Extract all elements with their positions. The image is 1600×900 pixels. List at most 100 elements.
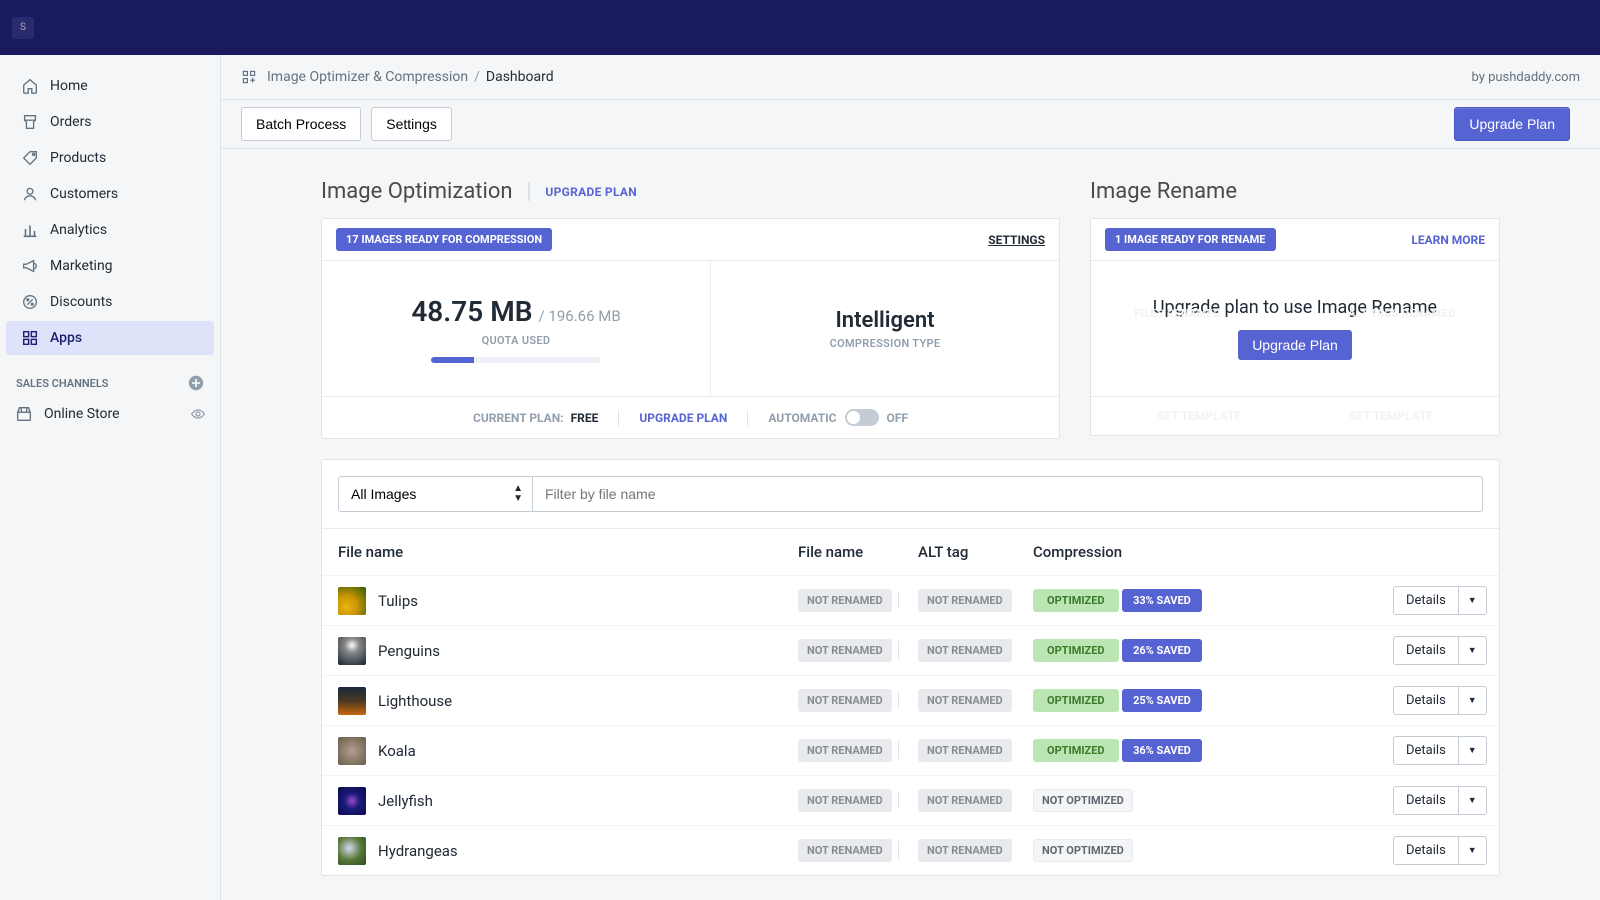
file-thumbnail [338, 837, 366, 865]
filter-select[interactable]: All Images [338, 476, 533, 512]
alt-rename-badge: NOT RENAMED [918, 739, 1012, 762]
byline: by pushdaddy.com [1471, 70, 1580, 85]
quota-progress [431, 357, 601, 363]
learn-more-link[interactable]: LEARN MORE [1411, 233, 1485, 247]
upgrade-plan-button[interactable]: Upgrade Plan [1454, 107, 1570, 141]
store-icon [14, 404, 34, 424]
file-thumbnail [338, 587, 366, 615]
customers-icon [20, 184, 40, 204]
quota-total-value: / 196.66 MB [539, 307, 621, 325]
brand-logo: S [12, 17, 34, 39]
file-name: Hydrangeas [378, 842, 458, 860]
details-button[interactable]: Details▼ [1393, 586, 1487, 615]
details-button[interactable]: Details▼ [1393, 736, 1487, 765]
table-row: Jellyfish NOT RENAMED NOT RENAMED NOT OPTIM… [322, 775, 1499, 825]
sales-channels-header: SALES CHANNELS [0, 357, 220, 397]
add-channel-icon[interactable] [188, 375, 204, 391]
details-button[interactable]: Details▼ [1393, 836, 1487, 865]
current-plan-label: CURRENT PLAN: FREE [473, 411, 598, 425]
sidebar-item-marketing[interactable]: Marketing [6, 249, 214, 283]
sidebar-item-customers[interactable]: Customers [6, 177, 214, 211]
sidebar-item-discounts[interactable]: Discounts [6, 285, 214, 319]
sidebar-item-home[interactable]: Home [6, 69, 214, 103]
details-button[interactable]: Details▼ [1393, 786, 1487, 815]
batch-process-button[interactable]: Batch Process [241, 107, 361, 141]
sidebar-item-analytics[interactable]: Analytics [6, 213, 214, 247]
footer-upgrade-link[interactable]: UPGRADE PLAN [639, 411, 727, 425]
sidebar-channel-online-store[interactable]: Online Store [0, 397, 220, 431]
sidebar-item-apps[interactable]: Apps [6, 321, 214, 355]
not-optimized-badge: NOT OPTIMIZED [1033, 789, 1133, 812]
saved-badge: 26% SAVED [1122, 639, 1202, 662]
saved-badge: 33% SAVED [1122, 589, 1202, 612]
not-optimized-badge: NOT OPTIMIZED [1033, 839, 1133, 862]
details-button[interactable]: Details▼ [1393, 636, 1487, 665]
table-row: Lighthouse NOT RENAMED NOT RENAMED OPTIMIZE… [322, 675, 1499, 725]
breadcrumb-app[interactable]: Image Optimizer & Compression [267, 69, 468, 85]
alt-rename-badge: NOT RENAMED [918, 639, 1012, 662]
upgrade-plan-link[interactable]: UPGRADE PLAN [545, 185, 637, 199]
rename-title: Image Rename [1090, 179, 1500, 204]
automatic-toggle[interactable] [845, 409, 879, 426]
rename-card: 1 IMAGE READY FOR RENAME LEARN MORE FILE… [1090, 218, 1500, 436]
alt-rename-badge: NOT RENAMED [918, 839, 1012, 862]
chevron-down-icon[interactable]: ▼ [1458, 637, 1486, 664]
file-name: Penguins [378, 642, 440, 660]
products-icon [20, 148, 40, 168]
optimized-badge: OPTIMIZED [1033, 589, 1119, 612]
optimized-badge: OPTIMIZED [1033, 739, 1119, 762]
chevron-down-icon[interactable]: ▼ [1458, 737, 1486, 764]
file-thumbnail [338, 737, 366, 765]
quota-used-value: 48.75 MB [411, 295, 532, 328]
chevron-down-icon[interactable]: ▼ [1458, 837, 1486, 864]
main-content: Image Optimizer & Compression / Dashboar… [220, 55, 1600, 900]
table-row: PenguinsNOT RENAMEDNOT RENAMEDOPTIMIZED … [322, 625, 1499, 675]
optimized-badge: OPTIMIZED [1033, 689, 1119, 712]
action-bar: Batch Process Settings Upgrade Plan [221, 100, 1600, 149]
alt-rename-badge: NOT RENAMED [918, 689, 1012, 712]
sidebar: HomeOrdersProductsCustomersAnalyticsMark… [0, 55, 220, 900]
file-name: Lighthouse [378, 692, 452, 710]
chevron-down-icon[interactable]: ▼ [1458, 787, 1486, 814]
file-thumbnail [338, 787, 366, 815]
file-thumbnail [338, 637, 366, 665]
optimization-title: Image Optimization | UPGRADE PLAN [321, 179, 1060, 204]
file-rename-badge: NOT RENAMED [798, 789, 892, 812]
sidebar-item-products[interactable]: Products [6, 141, 214, 175]
table-row: HydrangeasNOT RENAMEDNOT RENAMEDNOT OPTI… [322, 825, 1499, 875]
optimized-badge: OPTIMIZED [1033, 639, 1119, 662]
file-name: Koala [378, 742, 416, 760]
breadcrumb-bar: Image Optimizer & Compression / Dashboar… [221, 55, 1600, 100]
saved-badge: 25% SAVED [1122, 689, 1202, 712]
breadcrumb-page: Dashboard [486, 69, 554, 85]
home-icon [20, 76, 40, 96]
analytics-icon [20, 220, 40, 240]
rename-ready-badge: 1 IMAGE READY FOR RENAME [1105, 228, 1276, 251]
file-name: Jellyfish [378, 792, 433, 810]
chevron-down-icon[interactable]: ▼ [1458, 587, 1486, 614]
topbar: S [0, 0, 1600, 55]
view-store-icon[interactable] [190, 406, 206, 422]
card-settings-link[interactable]: SETTINGS [988, 233, 1045, 247]
discounts-icon [20, 292, 40, 312]
file-thumbnail [338, 687, 366, 715]
file-rename-badge: NOT RENAMED [798, 589, 892, 612]
compression-type-cell: Intelligent COMPRESSION TYPE [711, 261, 1059, 396]
optimization-card: 17 IMAGES READY FOR COMPRESSION SETTINGS… [321, 218, 1060, 439]
chevron-down-icon[interactable]: ▼ [1458, 687, 1486, 714]
apps-icon [20, 328, 40, 348]
filter-input[interactable] [533, 476, 1483, 512]
sidebar-item-orders[interactable]: Orders [6, 105, 214, 139]
table-row: Tulips NOT RENAMED NOT RENAMED OPTIMIZED 33… [322, 575, 1499, 625]
saved-badge: 36% SAVED [1122, 739, 1202, 762]
alt-rename-badge: NOT RENAMED [918, 789, 1012, 812]
file-rename-badge: NOT RENAMED [798, 689, 892, 712]
table-row: KoalaNOT RENAMEDNOT RENAMEDOPTIMIZED 36%… [322, 725, 1499, 775]
rename-upgrade-button[interactable]: Upgrade Plan [1238, 330, 1352, 360]
settings-button[interactable]: Settings [371, 107, 452, 141]
file-name: Tulips [378, 592, 418, 610]
marketing-icon [20, 256, 40, 276]
table-header: File name File name ALT tag Compression [322, 528, 1499, 575]
details-button[interactable]: Details▼ [1393, 686, 1487, 715]
alt-rename-badge: NOT RENAMED [918, 589, 1012, 612]
